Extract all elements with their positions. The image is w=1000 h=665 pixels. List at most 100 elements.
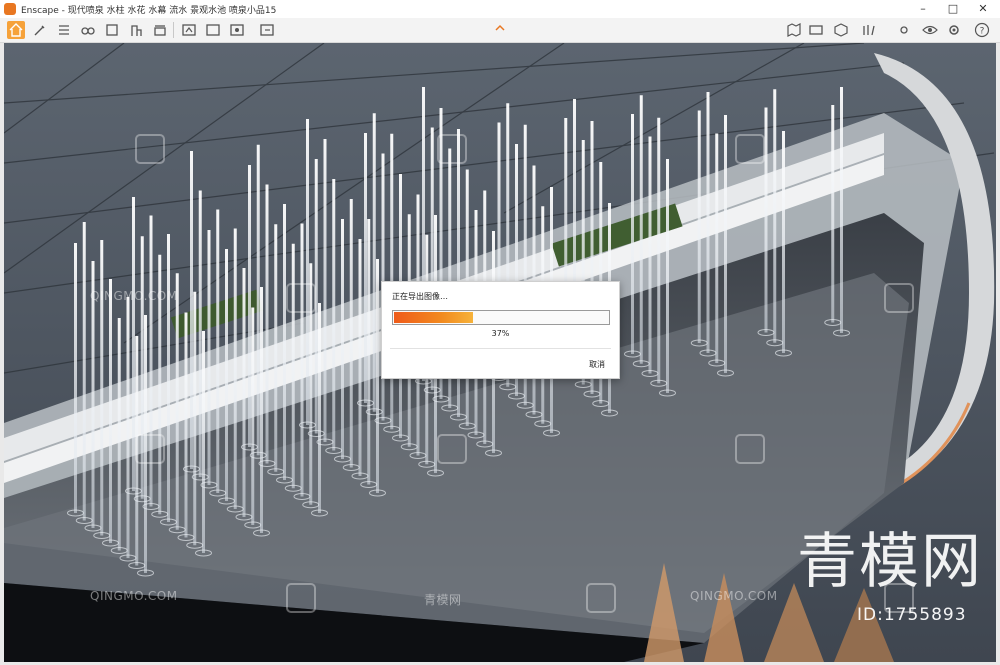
capture-icon[interactable] [228, 21, 246, 39]
water-jet [175, 273, 179, 530]
watermark-logo-icon [437, 134, 467, 164]
water-jet [184, 312, 188, 538]
water-jet [831, 105, 835, 323]
water-jet [82, 222, 86, 521]
brush-icon[interactable] [31, 21, 49, 39]
water-jet [364, 133, 367, 403]
water-jet [74, 243, 77, 513]
water-jet [358, 239, 362, 476]
watermark-logo-icon [735, 434, 765, 464]
watermark-site-text: QINGMO.COM [90, 289, 178, 303]
progress-bar-fill [394, 312, 473, 323]
watermark-logo-icon [286, 283, 316, 313]
water-jet [216, 209, 220, 493]
water-jet [782, 131, 785, 353]
sun-icon[interactable] [895, 21, 913, 39]
water-jet [291, 243, 295, 489]
water-jet [109, 279, 112, 543]
water-jet [167, 234, 170, 522]
dialog-divider [390, 348, 611, 349]
water-jet [242, 268, 246, 517]
help-icon[interactable]: ? [973, 21, 991, 39]
toolbar-divider [173, 22, 174, 38]
water-jet [697, 110, 701, 343]
water-jet [190, 151, 193, 469]
binoculars-icon[interactable] [79, 21, 97, 39]
water-jet [193, 291, 197, 546]
model-id-label: ID:1755893 [857, 605, 967, 625]
water-jet [648, 136, 652, 374]
water-jet [202, 331, 205, 553]
watermark-site-cn-text: 青模网 [424, 593, 462, 607]
title-bar: Enscape - 现代喷泉 水柱 水花 水幕 流水 景观水池 喷泉小品15 –… [0, 0, 1000, 19]
water-jet [256, 144, 260, 456]
water-jet [283, 204, 286, 480]
cancel-button[interactable]: 取消 [589, 359, 605, 370]
water-jet [274, 224, 278, 472]
window-frame-right [996, 43, 1000, 665]
water-jet [207, 230, 211, 485]
map-icon[interactable] [785, 21, 803, 39]
water-jet [198, 190, 202, 477]
settings-export-icon[interactable] [204, 21, 222, 39]
enscape-logo-icon [4, 3, 16, 15]
watermark-site-text: QINGMO.COM [90, 589, 178, 603]
water-jet [715, 133, 719, 363]
progress-bar [392, 310, 610, 325]
water-jet [126, 297, 130, 558]
water-jet [706, 92, 710, 353]
water-jet [318, 303, 321, 513]
water-jet [840, 87, 843, 333]
water-jet [666, 159, 669, 393]
water-jet [300, 223, 304, 497]
building-icon[interactable] [127, 21, 145, 39]
water-jet [657, 117, 661, 384]
gear-icon[interactable] [945, 21, 963, 39]
home-icon[interactable] [7, 21, 25, 39]
water-jet [306, 119, 309, 425]
watermark-site-text: QINGMO.COM [690, 589, 778, 603]
water-jet [367, 219, 371, 485]
progress-percent: 37% [491, 329, 510, 338]
collapse-toolbar-icon[interactable] [494, 23, 506, 33]
water-jet [251, 307, 255, 525]
window-title: Enscape - 现代喷泉 水柱 水花 水幕 流水 景观水池 喷泉小品15 [21, 6, 277, 16]
water-jet [323, 139, 327, 442]
eye-icon[interactable] [921, 21, 939, 39]
close-icon[interactable]: ✕ [968, 0, 998, 18]
watermark-logo-icon [135, 434, 165, 464]
water-jet [372, 113, 376, 412]
cube-icon[interactable] [832, 21, 850, 39]
water-jet [265, 184, 269, 464]
water-jet [233, 228, 237, 509]
batch-export-icon[interactable] [258, 21, 276, 39]
water-jet [376, 259, 379, 493]
water-jet [341, 219, 344, 459]
list-icon[interactable] [55, 21, 73, 39]
water-jet [332, 179, 336, 451]
export-progress-dialog: 正在导出图像… 37% 取消 [381, 281, 620, 379]
water-jet [724, 115, 727, 373]
svg-text:?: ? [980, 27, 985, 37]
watermark-logo-icon [735, 134, 765, 164]
book-icon[interactable] [103, 21, 121, 39]
water-jet [639, 95, 643, 364]
water-jet [631, 114, 634, 354]
water-jet [100, 240, 104, 536]
watermark-logo-icon [437, 434, 467, 464]
watermark-logo-icon [135, 134, 165, 164]
watermark-logo-icon [286, 583, 316, 613]
water-jet [248, 165, 251, 447]
water-jet [349, 199, 353, 468]
panorama-icon[interactable] [807, 21, 825, 39]
library-icon[interactable] [860, 21, 878, 39]
clapper-icon[interactable] [151, 21, 169, 39]
water-jet [225, 249, 228, 501]
minimize-icon[interactable]: – [908, 0, 938, 18]
brand-watermark: 青模网 [797, 527, 983, 597]
watermark-logo-icon [884, 283, 914, 313]
export-icon[interactable] [180, 21, 198, 39]
maximize-icon[interactable]: □ [938, 0, 968, 18]
water-jet [260, 287, 263, 533]
export-status-text: 正在导出图像… [392, 292, 448, 301]
